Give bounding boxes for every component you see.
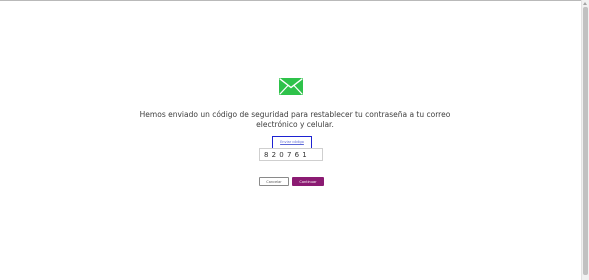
window-top-border [0,0,589,1]
security-code-input[interactable] [259,148,323,161]
cancel-button[interactable]: Cancelar [259,177,289,186]
resend-code-link[interactable]: Enviar código [276,140,308,144]
envelope-icon [279,78,303,95]
vertical-scrollbar[interactable] [581,0,589,280]
scroll-up-arrow-icon[interactable] [583,2,587,5]
instruction-message: Hemos enviado un código de seguridad par… [139,110,451,129]
scrollbar-thumb[interactable] [583,7,588,275]
continue-button[interactable]: Continuar [292,177,324,186]
